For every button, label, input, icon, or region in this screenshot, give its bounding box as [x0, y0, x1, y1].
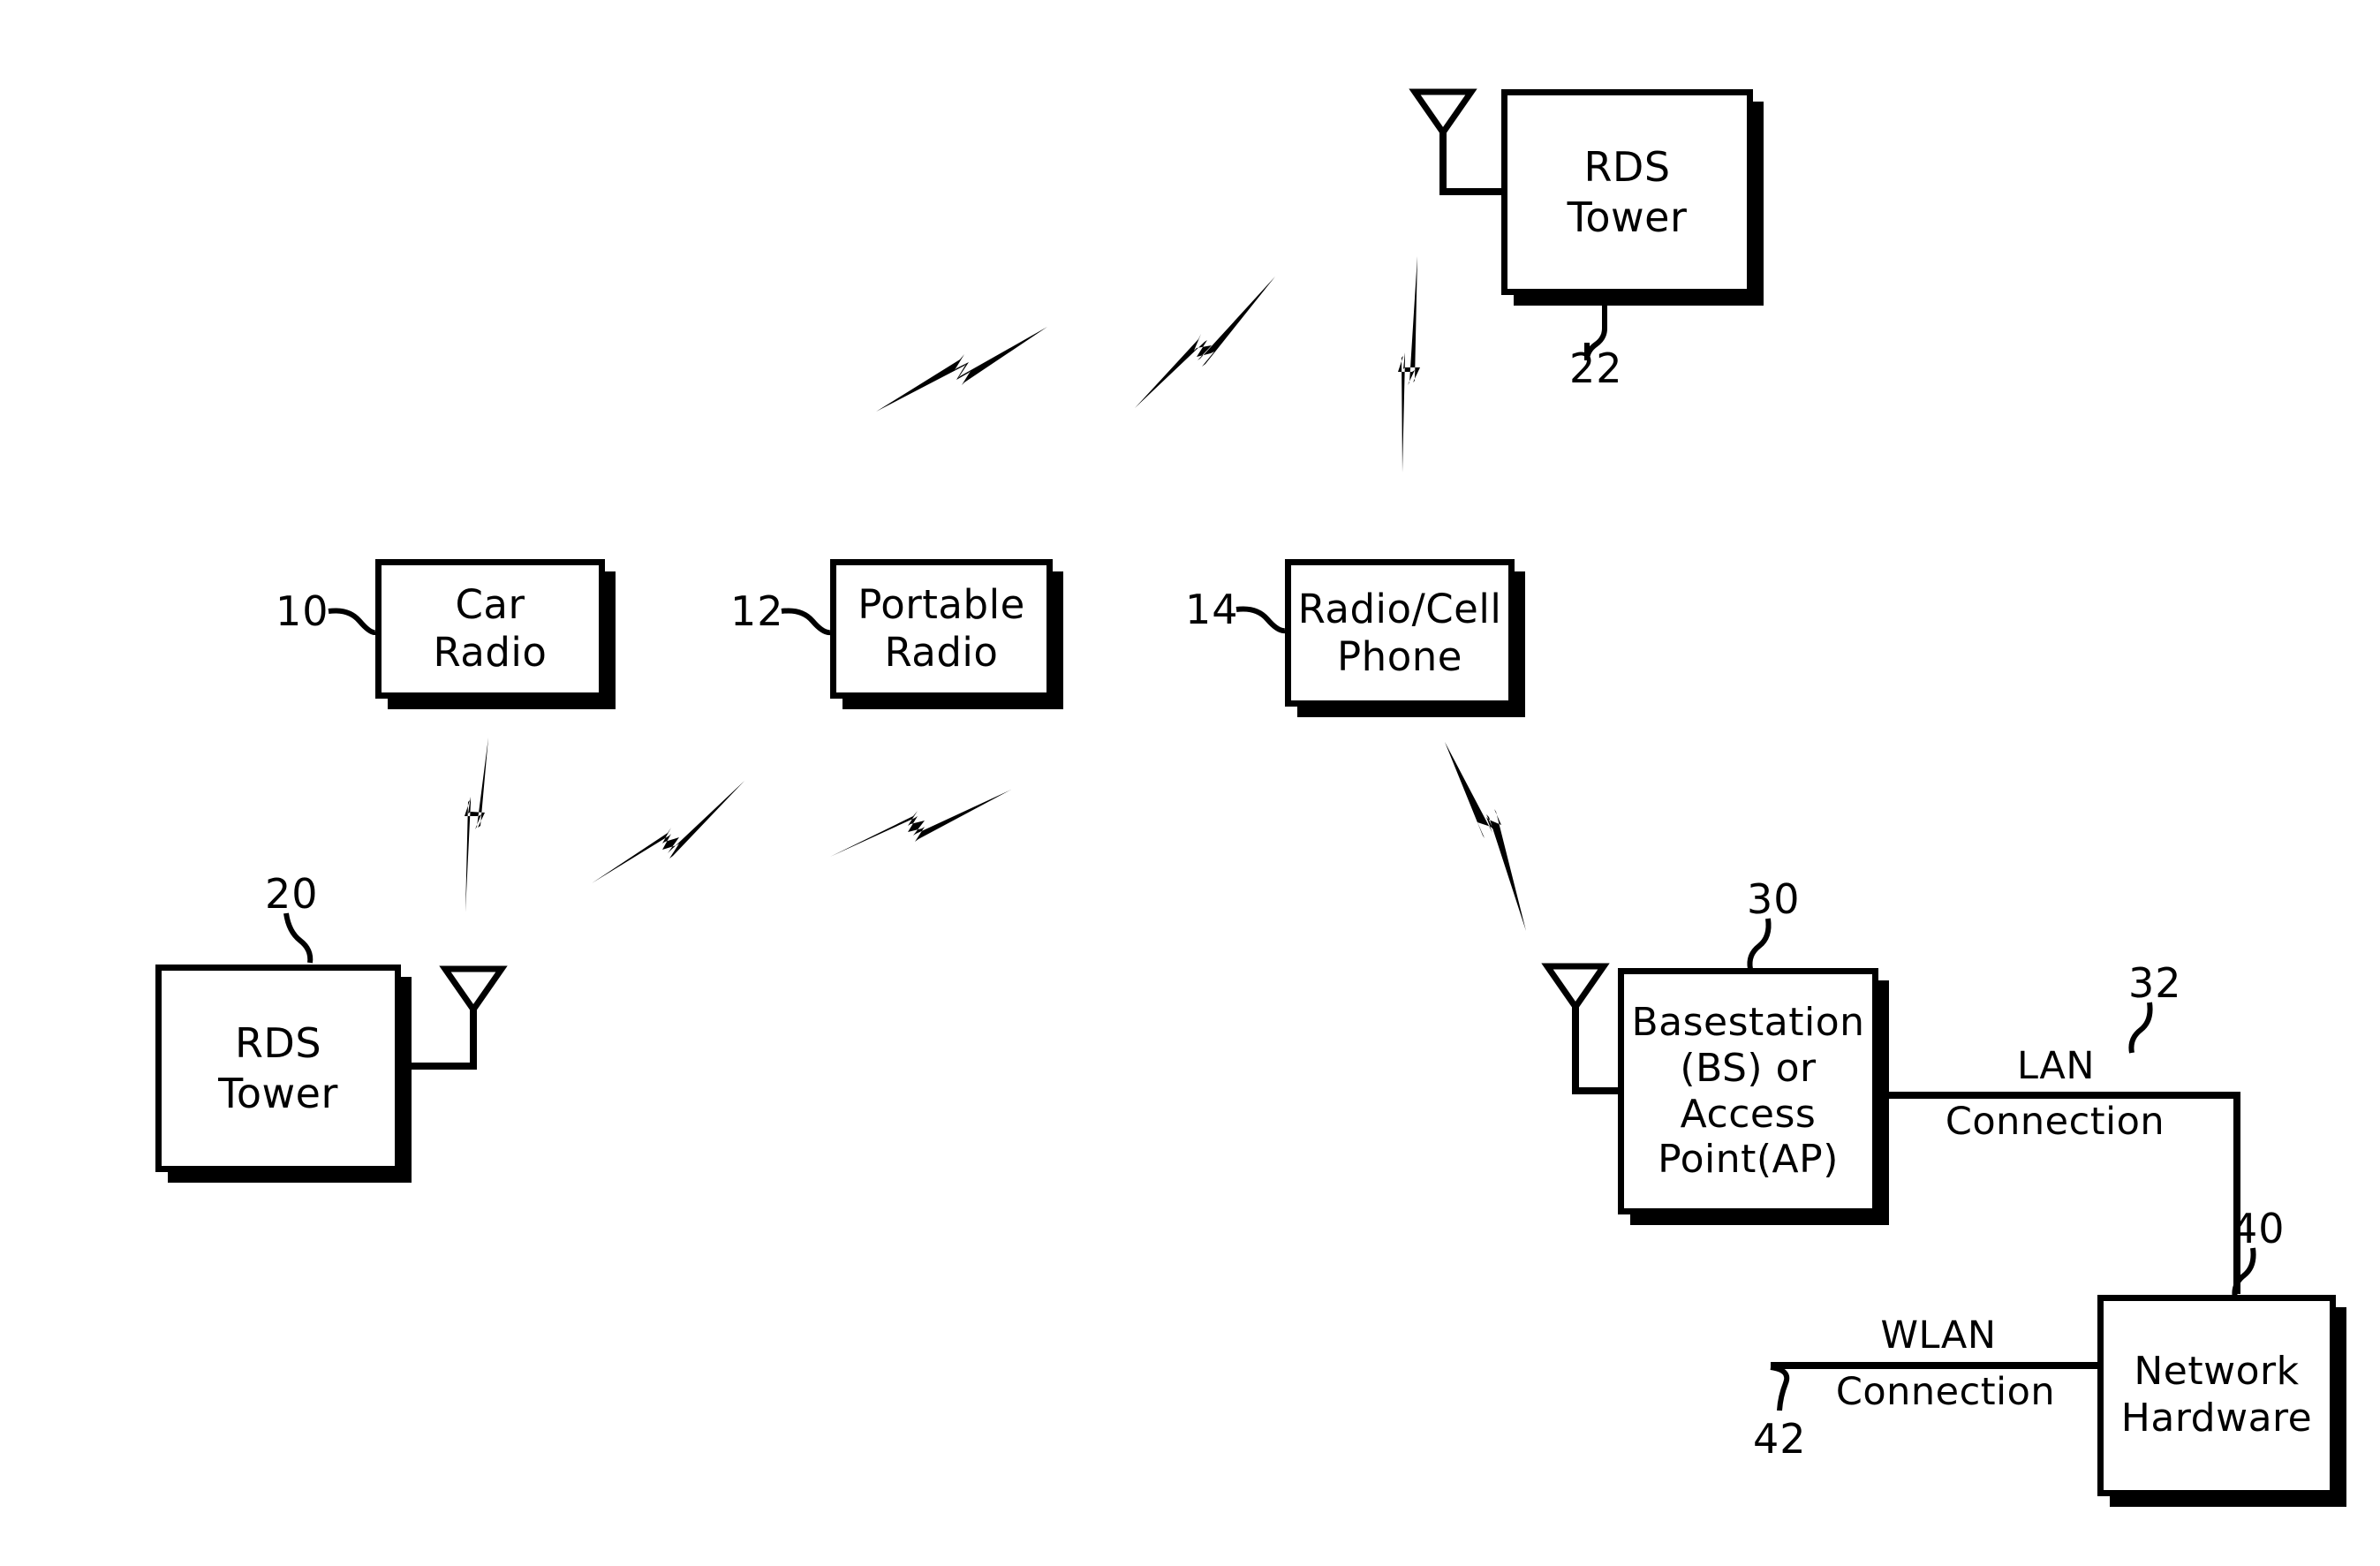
node-label-line: Radio: [884, 629, 999, 676]
node-label-line: (BS) or: [1680, 1045, 1817, 1091]
lightning-bolt-icon: [465, 738, 488, 912]
wlan-label-line1: WLAN: [1880, 1313, 1997, 1358]
leader-line-10: [328, 608, 376, 636]
lan-label-line1: LAN: [2016, 1044, 2096, 1088]
node-radio-cell-phone[interactable]: Radio/Cell Phone: [1285, 559, 1515, 707]
lightning-bolt-icon: [876, 327, 1047, 412]
ref-num-12: 12: [730, 587, 784, 635]
node-label-line: Portable: [858, 581, 1025, 628]
lightning-bolt-icon: [1398, 256, 1420, 473]
node-portable-radio[interactable]: Portable Radio: [830, 559, 1053, 699]
ref-num-30: 30: [1747, 875, 1801, 923]
leader-line-20: [283, 912, 314, 964]
node-label-line: RDS: [1583, 143, 1671, 192]
node-rds-tower-top[interactable]: RDS Tower: [1501, 89, 1753, 295]
leader-line-12: [781, 608, 831, 636]
node-car-radio[interactable]: Car Radio: [375, 559, 605, 699]
node-label-line: Radio/Cell: [1297, 585, 1502, 632]
ref-num-32: 32: [2128, 959, 2182, 1007]
antenna-icon-basestation: [1541, 963, 1621, 1094]
node-label-line: Phone: [1337, 632, 1462, 680]
wlan-label-line2: Connection: [1835, 1370, 2056, 1414]
leader-line-42: [1770, 1365, 1790, 1411]
node-rds-tower-bottom[interactable]: RDS Tower: [155, 965, 401, 1172]
lan-label-line2: Connection: [1945, 1100, 2165, 1144]
lightning-bolt-icon: [1135, 276, 1275, 408]
lightning-bolt-icon: [830, 790, 1011, 857]
node-label-line: Point(AP): [1658, 1137, 1839, 1183]
node-label-line: Tower: [218, 1069, 338, 1117]
node-label-line: Access: [1680, 1091, 1817, 1137]
node-label-line: Hardware: [2120, 1396, 2313, 1441]
node-label-line: Car: [455, 581, 525, 628]
node-basestation[interactable]: Basestation (BS) or Access Point(AP): [1618, 968, 1878, 1214]
ref-num-14: 14: [1185, 586, 1239, 633]
ref-num-22: 22: [1569, 344, 1623, 392]
lightning-bolt-icon: [1445, 742, 1526, 931]
antenna-icon-rds-tower-bottom: [399, 965, 508, 1070]
node-label-line: Network: [2134, 1349, 2300, 1395]
ref-num-42: 42: [1753, 1415, 1807, 1463]
leader-line-14: [1235, 606, 1286, 634]
node-label-line: Radio: [433, 629, 548, 676]
node-label-line: RDS: [234, 1019, 322, 1068]
lightning-bolt-icon: [592, 781, 744, 883]
leader-line-30: [1747, 918, 1772, 970]
ref-num-40: 40: [2232, 1205, 2286, 1252]
patent-figure-canvas: RDS Tower Car Radio Portable Radio Radio…: [0, 0, 2380, 1566]
ref-num-10: 10: [276, 587, 329, 635]
ref-num-20: 20: [265, 870, 319, 918]
node-label-line: Tower: [1567, 193, 1688, 241]
node-network-hardware[interactable]: Network Hardware: [2097, 1295, 2336, 1496]
node-label-line: Basestation: [1631, 999, 1865, 1045]
antenna-icon-rds-tower-top: [1409, 88, 1501, 195]
